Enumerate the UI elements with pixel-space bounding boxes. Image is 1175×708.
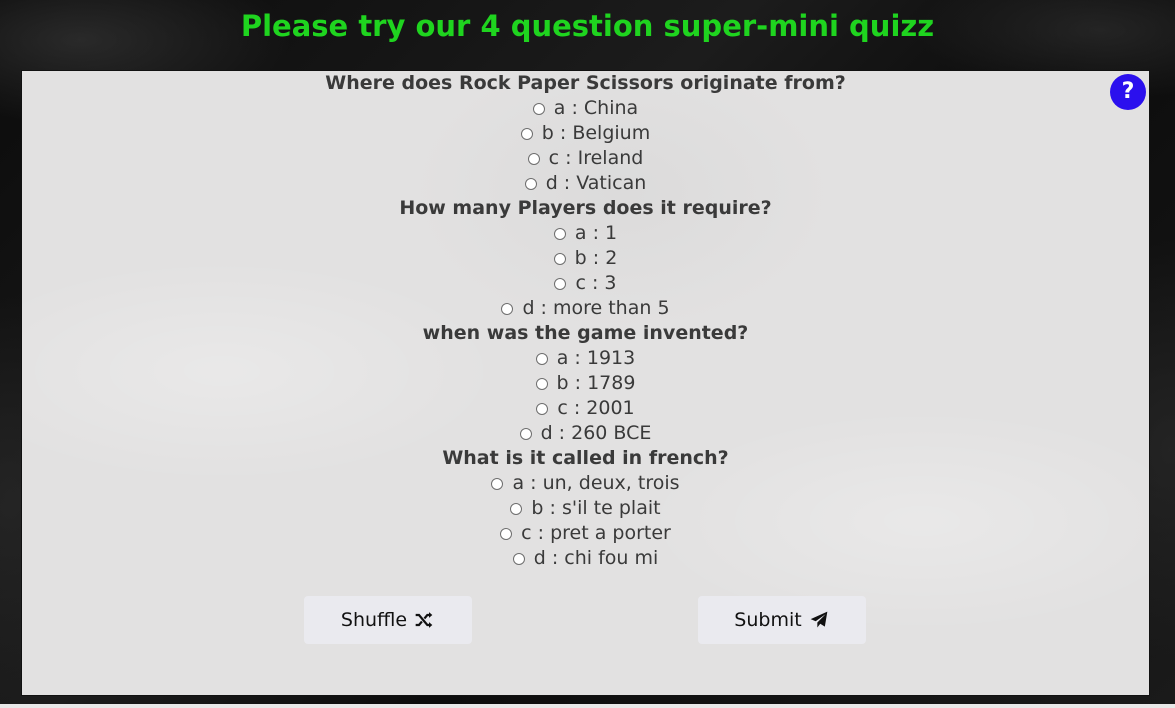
option-label: c : 3 [575,272,617,294]
submit-button[interactable]: Submit [698,596,866,644]
submit-button-label: Submit [734,609,802,631]
radio-button[interactable] [553,252,566,265]
question-text: How many Players does it require? [399,197,772,219]
option-label: a : China [553,97,639,119]
radio-button[interactable] [554,277,567,290]
option-1c[interactable]: c : Ireland [22,146,1149,171]
radio-button[interactable] [532,102,545,115]
radio-button[interactable] [501,302,514,315]
radio-button[interactable] [536,402,549,415]
option-3d[interactable]: d : 260 BCE [22,421,1149,446]
radio-button[interactable] [519,427,532,440]
option-label: a : 1 [574,222,618,244]
option-label: d : Vatican [545,172,647,194]
quiz-panel: ? Where does Rock Paper Scissors origina… [21,70,1150,696]
page-title: Please try our 4 question super-mini qui… [240,9,935,43]
question-text: when was the game invented? [422,322,749,344]
radio-button[interactable] [510,502,523,515]
option-label: d : more than 5 [522,297,670,319]
option-label: d : chi fou mi [533,547,659,569]
option-4c[interactable]: c : pret a porter [22,521,1149,546]
option-3c[interactable]: c : 2001 [22,396,1149,421]
option-4a[interactable]: a : un, deux, trois [22,471,1149,496]
shuffle-button[interactable]: Shuffle [304,596,472,644]
shuffle-button-label: Shuffle [340,609,408,631]
bottom-strip [0,704,1175,708]
paper-plane-icon [810,611,828,628]
option-2d[interactable]: d : more than 5 [22,296,1149,321]
radio-button[interactable] [520,127,533,140]
option-2c[interactable]: c : 3 [22,271,1149,296]
option-label: a : un, deux, trois [512,472,680,494]
option-label: c : pret a porter [521,522,671,544]
option-1a[interactable]: a : China [22,96,1149,121]
radio-button[interactable] [491,477,504,490]
radio-button[interactable] [553,227,566,240]
question-2: How many Players does it require? a : 1 … [22,196,1149,321]
radio-button[interactable] [524,177,537,190]
radio-button[interactable] [535,352,548,365]
option-1b[interactable]: b : Belgium [22,121,1149,146]
option-3a[interactable]: a : 1913 [22,346,1149,371]
option-2b[interactable]: b : 2 [22,246,1149,271]
question-3: when was the game invented? a : 1913 b :… [22,321,1149,446]
option-label: d : 260 BCE [540,422,652,444]
option-label: b : 1789 [556,372,636,394]
option-4d[interactable]: d : chi fou mi [22,546,1149,571]
option-1d[interactable]: d : Vatican [22,171,1149,196]
option-label: a : 1913 [556,347,636,369]
radio-button[interactable] [535,377,548,390]
option-label: b : s'il te plait [531,497,661,519]
question-text: Where does Rock Paper Scissors originate… [325,72,846,94]
radio-button[interactable] [527,152,540,165]
option-4b[interactable]: b : s'il te plait [22,496,1149,521]
question-4: What is it called in french? a : un, deu… [22,446,1149,571]
option-2a[interactable]: a : 1 [22,221,1149,246]
question-text: What is it called in french? [442,447,729,469]
option-label: b : Belgium [541,122,651,144]
option-3b[interactable]: b : 1789 [22,371,1149,396]
shuffle-icon [415,612,433,628]
option-label: b : 2 [574,247,618,269]
question-list: Where does Rock Paper Scissors originate… [22,71,1149,571]
option-label: c : 2001 [557,397,635,419]
radio-button[interactable] [512,552,525,565]
radio-button[interactable] [500,527,513,540]
question-1: Where does Rock Paper Scissors originate… [22,71,1149,196]
option-label: c : Ireland [548,147,644,169]
